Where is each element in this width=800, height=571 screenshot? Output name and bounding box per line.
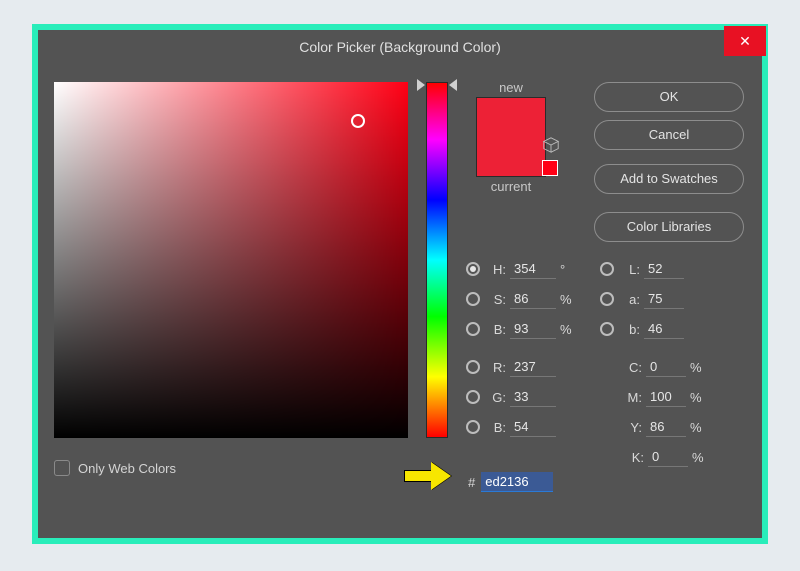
titlebar: Color Picker (Background Color) ✕ [38, 30, 762, 64]
label-lab-b: b: [620, 322, 640, 337]
radio-r[interactable] [466, 360, 480, 374]
close-button[interactable]: ✕ [724, 26, 766, 56]
unit-m: % [690, 390, 708, 405]
only-web-colors-checkbox[interactable] [54, 460, 70, 476]
unit-s: % [560, 292, 578, 307]
add-to-swatches-button[interactable]: Add to Swatches [594, 164, 744, 194]
unit-bv: % [560, 322, 578, 337]
unit-k: % [692, 450, 710, 465]
hue-thumb-right-icon [449, 79, 457, 91]
radio-rgb-b[interactable] [466, 420, 480, 434]
ok-button[interactable]: OK [594, 82, 744, 112]
input-m[interactable] [646, 387, 686, 407]
swatch-current [477, 137, 545, 176]
label-l: L: [620, 262, 640, 277]
hue-thumb-left-icon [417, 79, 425, 91]
radio-lab-b[interactable] [600, 322, 614, 336]
label-bv: B: [486, 322, 506, 337]
new-label: new [466, 80, 556, 95]
cube-icon [542, 136, 560, 154]
input-y[interactable] [646, 417, 686, 437]
hex-row: # [468, 472, 553, 492]
label-y: Y: [622, 420, 642, 435]
unit-y: % [690, 420, 708, 435]
radio-l[interactable] [600, 262, 614, 276]
label-rgb-b: B: [486, 420, 506, 435]
swatch-box[interactable] [476, 97, 546, 177]
label-g: G: [486, 390, 506, 405]
gamut-warning-swatch[interactable] [542, 160, 558, 176]
input-h[interactable] [510, 259, 556, 279]
radio-a[interactable] [600, 292, 614, 306]
label-r: R: [486, 360, 506, 375]
color-values: H: ° L: S: % a: [466, 254, 756, 472]
cancel-button[interactable]: Cancel [594, 120, 744, 150]
hue-slider[interactable] [426, 82, 448, 438]
label-c: C: [622, 360, 642, 375]
radio-s[interactable] [466, 292, 480, 306]
input-l[interactable] [644, 259, 684, 279]
input-a[interactable] [644, 289, 684, 309]
annotation-arrow-icon [404, 462, 452, 490]
input-rgb-b[interactable] [510, 417, 556, 437]
radio-h[interactable] [466, 262, 480, 276]
label-s: S: [486, 292, 506, 307]
unit-h: ° [560, 262, 578, 277]
window-title: Color Picker (Background Color) [299, 39, 501, 55]
label-h: H: [486, 262, 506, 277]
label-k: K: [624, 450, 644, 465]
unit-c: % [690, 360, 708, 375]
hex-input[interactable] [481, 472, 553, 492]
color-libraries-button[interactable]: Color Libraries [594, 212, 744, 242]
input-g[interactable] [510, 387, 556, 407]
input-c[interactable] [646, 357, 686, 377]
input-bv[interactable] [510, 319, 556, 339]
color-field[interactable] [54, 82, 408, 438]
input-lab-b[interactable] [644, 319, 684, 339]
radio-bv[interactable] [466, 322, 480, 336]
input-r[interactable] [510, 357, 556, 377]
dialog-frame: Color Picker (Background Color) ✕ new cu… [32, 24, 768, 544]
label-m: M: [622, 390, 642, 405]
only-web-colors-label: Only Web Colors [78, 461, 176, 476]
swatch-new [477, 98, 545, 137]
input-k[interactable] [648, 447, 688, 467]
input-s[interactable] [510, 289, 556, 309]
dialog-body: new current OK Cancel Add to Swatches Co… [38, 64, 762, 538]
color-field-cursor [351, 114, 365, 128]
radio-g[interactable] [466, 390, 480, 404]
label-a: a: [620, 292, 640, 307]
current-label: current [466, 179, 556, 194]
color-picker-panel: Color Picker (Background Color) ✕ new cu… [38, 30, 762, 538]
only-web-colors-option[interactable]: Only Web Colors [54, 460, 176, 476]
hex-prefix: # [468, 475, 475, 490]
